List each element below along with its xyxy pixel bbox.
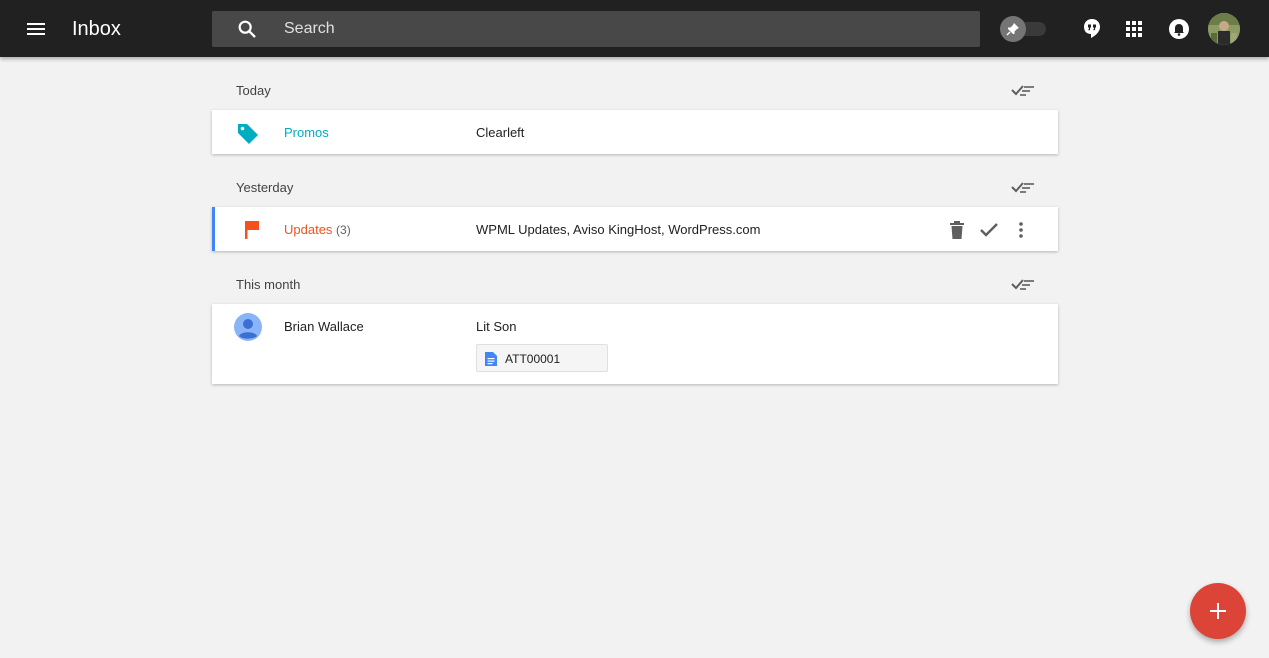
top-app-bar: Inbox [0, 0, 1269, 57]
email-row-brian-wallace[interactable]: Brian Wallace Lit Son ATT00001 [212, 304, 1058, 384]
apps-grid-icon[interactable] [1122, 17, 1146, 41]
section-today: Today [212, 70, 1058, 110]
section-label: Today [236, 83, 271, 98]
item-summary: Clearleft [476, 125, 525, 140]
section-label: This month [236, 277, 301, 292]
notifications-icon[interactable] [1167, 17, 1191, 41]
search-bar[interactable] [212, 11, 980, 47]
delete-icon[interactable] [944, 217, 970, 243]
flag-icon [241, 218, 265, 242]
menu-icon[interactable] [24, 17, 48, 41]
search-icon[interactable] [236, 18, 258, 40]
plus-icon [1210, 603, 1226, 619]
item-summary: WPML Updates, Aviso KingHost, WordPress.… [476, 222, 761, 237]
mark-done-icon[interactable] [976, 217, 1002, 243]
section-this-month: This month [212, 264, 1058, 304]
tag-icon [236, 121, 260, 145]
unread-count: (3) [336, 223, 351, 237]
item-summary: Lit Son [476, 319, 517, 334]
attachment-name: ATT00001 [505, 352, 561, 366]
pin-icon [1000, 16, 1026, 42]
bundle-row-promos[interactable]: Promos Clearleft [212, 110, 1058, 154]
bundle-name: Updates [284, 222, 333, 237]
hangouts-icon[interactable] [1080, 17, 1104, 41]
sweep-done-icon[interactable] [1010, 175, 1038, 199]
row-actions [944, 217, 1034, 243]
pinned-toggle[interactable] [1000, 16, 1048, 42]
sweep-done-icon[interactable] [1010, 78, 1038, 102]
person-avatar-icon [234, 313, 262, 341]
sender-name: Promos [284, 125, 329, 140]
more-options-icon[interactable] [1008, 217, 1034, 243]
sweep-done-icon[interactable] [1010, 272, 1038, 296]
document-icon [485, 352, 497, 371]
section-label: Yesterday [236, 180, 294, 195]
app-title: Inbox [72, 18, 121, 40]
search-input[interactable] [284, 11, 964, 47]
bundle-row-updates[interactable]: Updates (3) WPML Updates, Aviso KingHost… [212, 207, 1058, 251]
sender-name: Updates (3) [284, 222, 351, 237]
account-avatar[interactable] [1208, 13, 1240, 45]
compose-button[interactable] [1190, 583, 1246, 639]
attachment-chip[interactable]: ATT00001 [476, 344, 608, 372]
section-yesterday: Yesterday [212, 167, 1058, 207]
sender-name: Brian Wallace [284, 319, 364, 334]
